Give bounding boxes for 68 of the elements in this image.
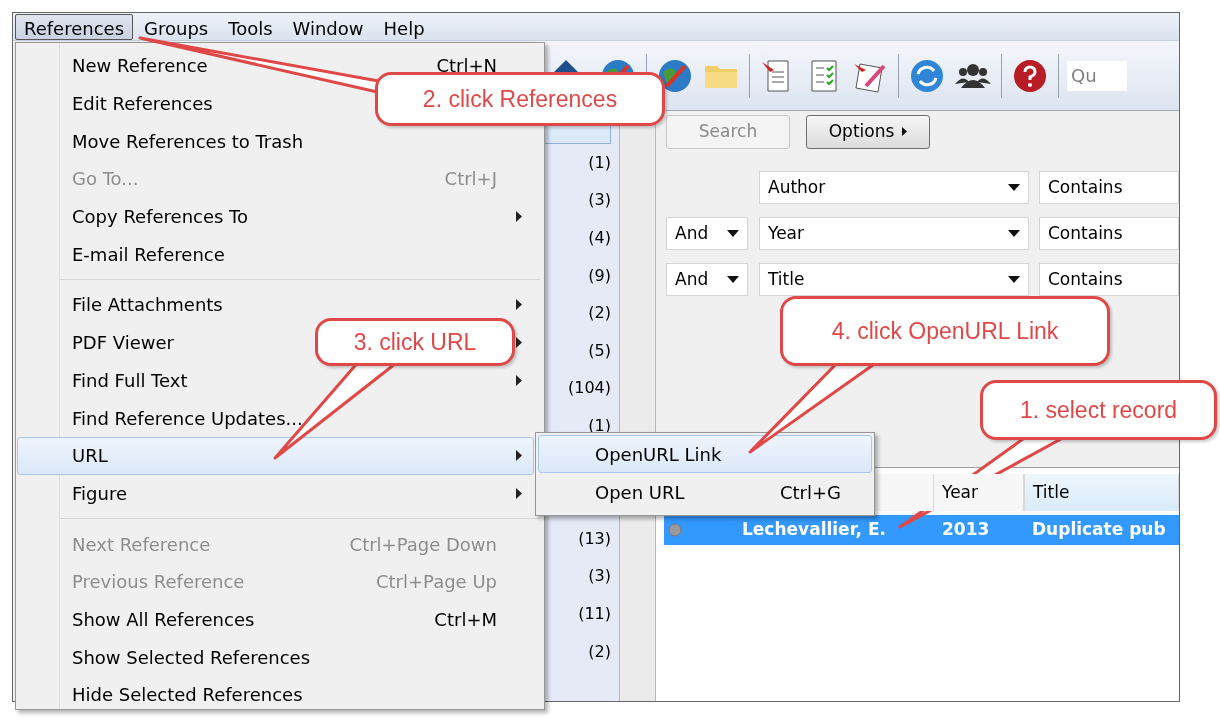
group-count: (2) xyxy=(588,640,611,663)
callout-tooltip: 3. click URL xyxy=(315,318,515,366)
menu-item[interactable]: Hide Selected References xyxy=(72,681,303,709)
menu-item[interactable]: Edit References xyxy=(72,90,213,118)
dropdown-caret-icon xyxy=(1008,184,1020,191)
field-dropdown[interactable]: Author xyxy=(759,171,1029,204)
field-dropdown[interactable]: Title xyxy=(759,263,1029,296)
submenu-item[interactable]: OpenURL Link xyxy=(538,435,872,473)
group-count: (11) xyxy=(578,602,611,625)
menu-item[interactable]: Copy References To xyxy=(72,203,249,231)
group-count: (3) xyxy=(588,565,611,588)
menu-bar-item[interactable]: Groups xyxy=(135,13,218,40)
table-cell-text: Duplicate pub xyxy=(1031,518,1167,542)
status-dot-icon xyxy=(668,523,682,537)
menu-item[interactable]: E-mail Reference xyxy=(72,240,225,268)
group-count: (5) xyxy=(588,339,611,362)
search-panel-button[interactable]: Options xyxy=(806,114,930,149)
menu-item[interactable]: File Attachments xyxy=(72,291,223,319)
menu-item[interactable]: Find Full Text xyxy=(72,366,188,394)
callout-tooltip: 4. click OpenURL Link xyxy=(780,296,1110,366)
menu-item[interactable]: Move References to Trash xyxy=(72,127,304,155)
menu-item[interactable]: New Reference xyxy=(72,52,208,80)
globe-icon xyxy=(657,57,693,94)
caret-icon xyxy=(902,127,908,136)
menu-item[interactable]: Show All References xyxy=(72,605,255,633)
column-header[interactable]: Year xyxy=(934,474,1024,511)
shortcut-label: Ctrl+M xyxy=(434,607,497,632)
shortcut-label: Ctrl+J xyxy=(444,167,497,192)
submenu-item[interactable]: Open URL Ctrl+G xyxy=(538,473,872,511)
operator-dropdown[interactable]: Contains xyxy=(1039,217,1179,250)
connector-dropdown[interactable]: And xyxy=(666,263,748,296)
callout-tooltip: 2. click References xyxy=(375,72,665,126)
quick-search-field[interactable]: Qu xyxy=(1067,60,1127,91)
sync-icon xyxy=(909,57,945,94)
table-cell-text: 2013 xyxy=(941,518,991,542)
menu-bar-item[interactable]: References xyxy=(15,13,134,40)
group-count: (4) xyxy=(588,227,611,249)
menu-item[interactable]: Show Selected References xyxy=(72,643,311,671)
group-count: (2) xyxy=(588,302,611,325)
shortcut-label: Ctrl+G xyxy=(779,480,841,505)
menu-item[interactable]: Figure xyxy=(72,479,127,507)
menu-bar-item[interactable]: Tools xyxy=(219,13,282,40)
shortcut-label: Ctrl+Page Up xyxy=(376,570,497,595)
group-count: (1) xyxy=(588,151,611,174)
group-count: (13) xyxy=(578,527,611,550)
group-count: (9) xyxy=(588,264,611,287)
menu-item[interactable]: PDF Viewer xyxy=(72,329,174,357)
column-header[interactable]: Title xyxy=(1024,474,1179,511)
group-count: (3) xyxy=(588,189,611,212)
dropdown-caret-icon xyxy=(1008,230,1020,237)
group-count: (104) xyxy=(567,377,611,400)
menu-bar-item[interactable]: Help xyxy=(374,13,434,40)
menu-item[interactable]: Find Reference Updates... xyxy=(72,404,303,432)
operator-dropdown[interactable]: Contains xyxy=(1039,171,1179,204)
help-icon xyxy=(1012,57,1048,94)
group-count: (1) xyxy=(588,414,611,437)
submenu-arrow-icon xyxy=(516,450,523,462)
menu-bar-item[interactable]: Window xyxy=(283,13,373,40)
connector-dropdown[interactable]: And xyxy=(666,217,748,250)
menu-item[interactable]: URL xyxy=(17,436,534,475)
field-dropdown[interactable]: Year xyxy=(759,217,1029,250)
operator-dropdown[interactable]: Contains xyxy=(1039,263,1179,296)
dropdown-caret-icon xyxy=(1008,276,1020,283)
dropdown-caret-icon xyxy=(727,230,739,237)
table-cell-text: Lechevallier, E. xyxy=(741,518,887,542)
dropdown-caret-icon xyxy=(727,276,739,283)
shortcut-label: Ctrl+Page Down xyxy=(349,532,497,557)
callout-tooltip: 1. select record xyxy=(980,380,1217,440)
